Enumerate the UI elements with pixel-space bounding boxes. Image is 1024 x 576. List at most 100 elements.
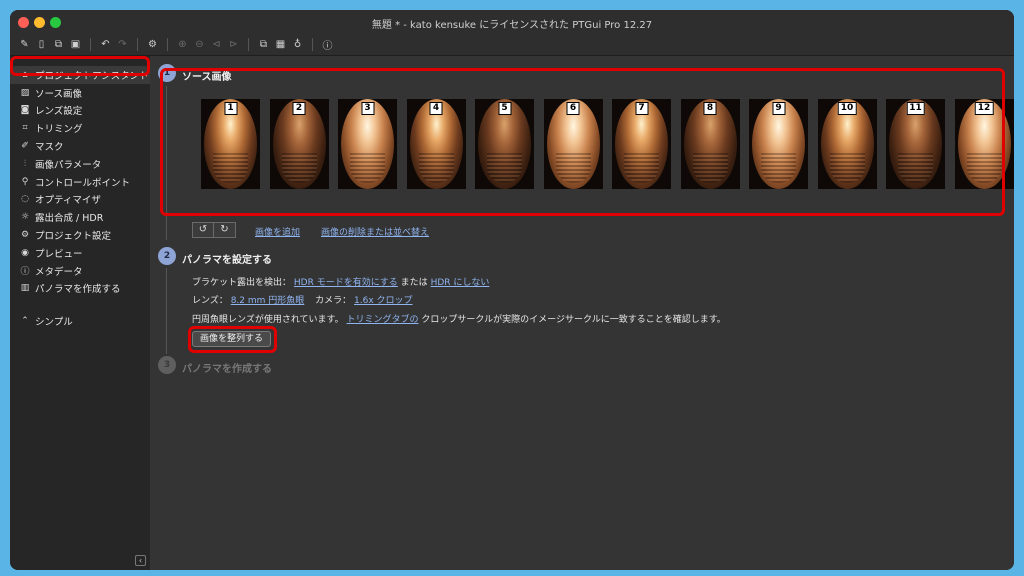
lens-value-link[interactable]: 8.2 mm 円形魚眼 bbox=[231, 296, 305, 306]
image-thumbnail[interactable]: 6 bbox=[543, 99, 603, 189]
sidebar-item-source-images[interactable]: ▨ ソース画像 bbox=[10, 84, 150, 102]
image-thumbnail[interactable]: 12 bbox=[954, 99, 1014, 189]
zoom-out-icon[interactable]: ⊖ bbox=[193, 38, 206, 51]
sidebar-item-label: コントロールポイント bbox=[35, 177, 131, 189]
step-connector bbox=[166, 268, 167, 354]
sidebar-item-exposure-hdr[interactable]: ☼ 露出合成 / HDR bbox=[10, 208, 150, 226]
image-number: 10 bbox=[837, 102, 857, 115]
prev-icon[interactable]: ⊲ bbox=[210, 38, 223, 51]
toolbar-divider bbox=[137, 38, 138, 51]
hdr-enable-link[interactable]: HDR モードを有効にする bbox=[294, 278, 398, 288]
panorama-icon: ▥ bbox=[20, 283, 30, 294]
sidebar-item-crop[interactable]: ⌗ トリミング bbox=[10, 119, 150, 137]
simple-mode-toggle[interactable]: ⌃ シンプル bbox=[10, 312, 150, 330]
sun-icon: ☼ bbox=[20, 212, 30, 223]
sidebar-item-label: レンズ設定 bbox=[35, 106, 83, 118]
lens-row: レンズ： 8.2 mm 円形魚眼 カメラ： 1.6x クロップ bbox=[192, 293, 413, 306]
sidebar-item-image-parameters[interactable]: ⫶ 画像パラメータ bbox=[10, 155, 150, 173]
sidebar-item-label: プレビュー bbox=[35, 248, 83, 260]
sliders-icon: ⫶ bbox=[23, 158, 27, 169]
control-points-icon: ⚲ bbox=[21, 176, 29, 187]
sidebar-item-label: オプティマイザ bbox=[35, 195, 101, 207]
lightbulb-icon[interactable]: ♁ bbox=[291, 38, 304, 51]
step-1-badge: 1 bbox=[158, 64, 176, 82]
sidebar-item-optimizer[interactable]: ◌ オプティマイザ bbox=[10, 191, 150, 209]
image-thumbnail[interactable]: 9 bbox=[749, 99, 808, 189]
fisheye-note-pre: 円周魚眼レンズが使用されています。 bbox=[192, 315, 344, 325]
fisheye-note-post: クロップサークルが実際のイメージサークルに一致することを確認します。 bbox=[421, 315, 726, 325]
or-text: または bbox=[400, 278, 428, 288]
image-thumbnail[interactable]: 5 bbox=[475, 99, 534, 189]
camera-value-link[interactable]: 1.6x クロップ bbox=[354, 296, 413, 306]
copy-icon[interactable]: ⧉ bbox=[52, 38, 65, 51]
sidebar-item-preview[interactable]: ◉ プレビュー bbox=[10, 244, 150, 262]
sidebar-item-control-points[interactable]: ⚲ コントロールポイント bbox=[10, 173, 150, 191]
sidebar-item-label: 画像パラメータ bbox=[35, 159, 102, 171]
image-number: 4 bbox=[429, 102, 443, 115]
new-project-icon[interactable]: ✎ bbox=[18, 38, 31, 51]
toolbar-divider bbox=[167, 38, 168, 51]
image-thumbnail[interactable]: 7 bbox=[612, 99, 671, 189]
step-1-title: ソース画像 bbox=[182, 72, 232, 83]
undo-icon[interactable]: ↶ bbox=[99, 38, 112, 51]
sidebar-item-project-settings[interactable]: ⚙ プロジェクト設定 bbox=[10, 226, 150, 244]
eye-icon: ◉ bbox=[21, 247, 29, 258]
open-icon[interactable]: ▯ bbox=[35, 38, 48, 51]
sidebar-item-create-panorama[interactable]: ▥ パノラマを作成する bbox=[10, 280, 150, 298]
brush-icon: ✐ bbox=[21, 141, 29, 152]
lens-label: レンズ： bbox=[192, 296, 228, 306]
collapse-sidebar-button[interactable]: ‹ bbox=[135, 555, 146, 566]
sidebar-item-project-assistant[interactable]: ⌂ プロジェクトアシスタント bbox=[10, 66, 150, 84]
sidebar-item-label: パノラマを作成する bbox=[35, 284, 121, 296]
image-number: 6 bbox=[566, 102, 580, 115]
window-title: 無題 * - kato kensuke にライセンスされた PTGui Pro … bbox=[371, 20, 653, 31]
image-number: 12 bbox=[974, 102, 994, 115]
fisheye-note: 円周魚眼レンズが使用されています。 トリミングタブの クロップサークルが実際のイ… bbox=[192, 312, 726, 325]
bracket-row: ブラケット露出を検出： HDR モードを有効にする または HDR にしない bbox=[192, 275, 489, 288]
sidebar-item-metadata[interactable]: ⓘ メタデータ bbox=[10, 262, 150, 280]
image-thumbnail[interactable]: 2 bbox=[269, 99, 329, 189]
redo-icon[interactable]: ↷ bbox=[116, 38, 129, 51]
settings-icon[interactable]: ⚙ bbox=[146, 38, 159, 51]
image-number: 5 bbox=[498, 102, 511, 115]
sidebar-item-label: マスク bbox=[35, 142, 64, 154]
toolbar-divider bbox=[90, 38, 91, 51]
panorama-editor-icon[interactable]: ⧉ bbox=[257, 38, 270, 51]
crop-tab-link[interactable]: トリミングタブの bbox=[347, 315, 419, 325]
add-images-link[interactable]: 画像を追加 bbox=[255, 228, 300, 238]
align-images-button[interactable]: 画像を整列する bbox=[192, 331, 271, 347]
sidebar-item-mask[interactable]: ✐ マスク bbox=[10, 137, 150, 155]
image-thumbnail[interactable]: 8 bbox=[680, 99, 740, 189]
camera-icon: ◙ bbox=[20, 105, 30, 116]
image-thumbnail[interactable]: 10 bbox=[817, 99, 877, 189]
help-icon[interactable]: ⓘ bbox=[321, 38, 334, 52]
zoom-in-icon[interactable]: ⊕ bbox=[176, 38, 189, 51]
project-assistant-panel: 1 ソース画像 1 2 3 4 5 6 7 8 9 10 11 12 ↺ ↻ 画… bbox=[150, 56, 1014, 570]
image-number: 9 bbox=[772, 102, 785, 115]
gear-icon: ⚙ bbox=[20, 230, 30, 241]
image-thumbnail[interactable]: 11 bbox=[886, 99, 945, 189]
remove-reorder-link[interactable]: 画像の削除または並べ替え bbox=[321, 228, 429, 238]
sidebar-item-label: プロジェクトアシスタント bbox=[35, 70, 149, 82]
table-icon[interactable]: ▦ bbox=[274, 38, 287, 51]
chevron-up-circle-icon: ⌃ bbox=[21, 316, 29, 327]
info-icon: ⓘ bbox=[20, 267, 30, 278]
sidebar-item-lens-settings[interactable]: ◙ レンズ設定 bbox=[10, 102, 150, 120]
toolbar-divider bbox=[312, 38, 313, 51]
image-thumbnail[interactable]: 1 bbox=[201, 99, 260, 189]
sidebar-item-label: ソース画像 bbox=[35, 88, 83, 100]
step-3-badge: 3 bbox=[158, 356, 176, 374]
hdr-disable-link[interactable]: HDR にしない bbox=[431, 278, 490, 288]
image-thumbnail[interactable]: 3 bbox=[338, 99, 397, 189]
image-thumbnail[interactable]: 4 bbox=[406, 99, 466, 189]
rotate-left-button[interactable]: ↺ bbox=[192, 222, 214, 238]
sidebar-item-label: メタデータ bbox=[35, 266, 83, 278]
image-number: 11 bbox=[906, 102, 925, 115]
image-number: 7 bbox=[635, 102, 648, 115]
save-icon[interactable]: ▣ bbox=[69, 38, 82, 51]
rotate-right-button[interactable]: ↻ bbox=[214, 222, 236, 238]
step-3-title: パノラマを作成する bbox=[182, 364, 272, 375]
next-icon[interactable]: ⊳ bbox=[227, 38, 240, 51]
optimizer-icon: ◌ bbox=[21, 194, 29, 205]
image-number: 8 bbox=[703, 102, 717, 115]
